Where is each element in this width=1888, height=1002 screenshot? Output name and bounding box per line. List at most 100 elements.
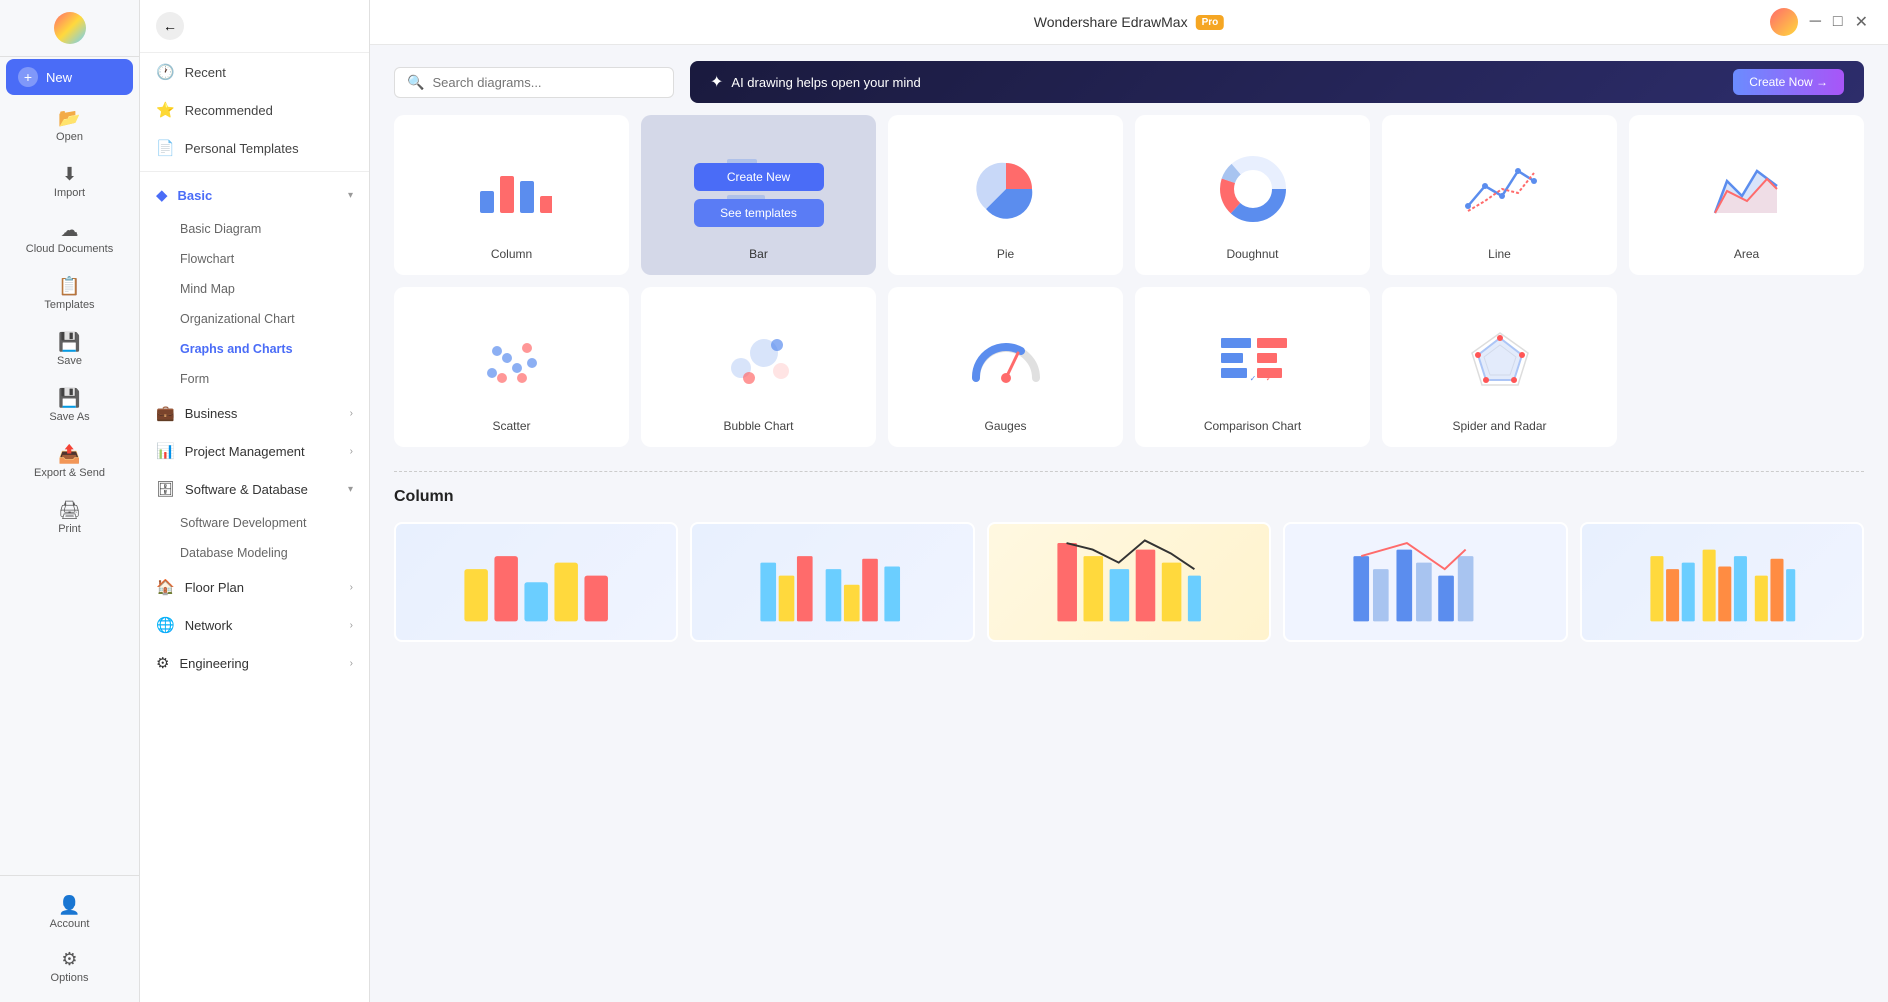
nav-item-recommended[interactable]: ⭐ Recommended: [140, 91, 369, 129]
column-label: Column: [491, 247, 532, 261]
avatar[interactable]: [1770, 8, 1798, 36]
chart-card-column[interactable]: Column: [394, 115, 629, 275]
sidebar-open-label: Open: [56, 131, 83, 143]
chart-card-spider[interactable]: Spider and Radar: [1382, 287, 1617, 447]
sidebar-item-save[interactable]: 💾 Save: [6, 323, 133, 375]
minimize-icon[interactable]: ─: [1810, 13, 1821, 31]
sidebar-item-new[interactable]: + New: [6, 59, 133, 95]
import-icon: ⬇: [62, 165, 77, 183]
print-icon: 🖨: [58, 501, 81, 519]
pro-badge: Pro: [1196, 15, 1225, 30]
nav-category-business[interactable]: 💼 Business ›: [140, 394, 369, 432]
sidebar-item-open[interactable]: 📂 Open: [6, 99, 133, 151]
nav-sub-dbmodeling[interactable]: Database Modeling: [172, 538, 369, 568]
spider-label: Spider and Radar: [1452, 419, 1546, 433]
chart-card-scatter[interactable]: Scatter: [394, 287, 629, 447]
app-title-bar: Wondershare EdrawMax Pro: [1034, 14, 1224, 30]
chart-card-gauges[interactable]: Gauges: [888, 287, 1123, 447]
nav-sub-softwaredev[interactable]: Software Development: [172, 508, 369, 538]
chart-card-bar[interactable]: Create New See templates Bar: [641, 115, 876, 275]
template-5-svg: [1596, 530, 1848, 634]
nav-sub-flowchart[interactable]: Flowchart: [172, 244, 369, 274]
section-divider: [394, 471, 1864, 472]
sidebar: + New 📂 Open ⬇ Import ☁ Cloud Documents …: [0, 0, 140, 1002]
search-box: 🔍: [394, 67, 674, 98]
column-chart-svg: [472, 146, 552, 226]
nav-category-basic[interactable]: ◆ Basic ▾: [140, 176, 369, 214]
chart-card-area[interactable]: Area: [1629, 115, 1864, 275]
sidebar-item-cloud[interactable]: ☁ Cloud Documents: [6, 211, 133, 263]
nav-personal-label: Personal Templates: [185, 141, 299, 156]
back-button[interactable]: ←: [156, 12, 184, 40]
comparison-label: Comparison Chart: [1204, 419, 1301, 433]
sidebar-export-label: Export & Send: [34, 467, 105, 479]
nav-network-label: Network: [185, 618, 233, 633]
template-card-4[interactable]: [1283, 522, 1567, 642]
template-card-3[interactable]: [987, 522, 1271, 642]
nav-recent-label: Recent: [185, 65, 226, 80]
template-1-svg: [410, 530, 662, 634]
close-icon[interactable]: ✕: [1855, 12, 1868, 32]
comparison-chart-svg: ✓ ✓: [1213, 318, 1293, 398]
svg-text:✓: ✓: [1249, 374, 1256, 383]
chart-type-grid: Column Create New See templates Bar: [370, 115, 1888, 471]
chart-card-doughnut[interactable]: Doughnut: [1135, 115, 1370, 275]
sidebar-bottom: 👤 Account ⚙ Options: [0, 875, 139, 1002]
logo-icon: [54, 12, 86, 44]
nav-category-floorplan[interactable]: 🏠 Floor Plan ›: [140, 568, 369, 606]
nav-floorplan-label: Floor Plan: [185, 580, 244, 595]
template-card-2[interactable]: [690, 522, 974, 642]
nav-pm-label: Project Management: [185, 444, 305, 459]
sidebar-item-import[interactable]: ⬇ Import: [6, 155, 133, 207]
chart-card-comparison[interactable]: ✓ ✓ Comparison Chart: [1135, 287, 1370, 447]
sidebar-options-label: Options: [51, 972, 89, 984]
nav-sub-form[interactable]: Form: [172, 364, 369, 394]
bubble-label: Bubble Chart: [723, 419, 793, 433]
save-icon: 💾: [58, 333, 80, 351]
basic-sub: Basic Diagram Flowchart Mind Map Organiz…: [140, 214, 369, 394]
pie-chart-svg: [966, 146, 1046, 226]
create-new-button[interactable]: Create New: [694, 163, 824, 191]
chart-card-bubble[interactable]: Bubble Chart: [641, 287, 876, 447]
ai-icon: ✦: [710, 72, 723, 92]
svg-text:✓: ✓: [1265, 374, 1272, 383]
chart-card-pie[interactable]: Pie: [888, 115, 1123, 275]
nav-sub-mindmap[interactable]: Mind Map: [172, 274, 369, 304]
nav-sub-graphs[interactable]: Graphs and Charts: [172, 334, 369, 364]
floorplan-cat-icon: 🏠: [156, 578, 175, 596]
search-icon: 🔍: [407, 74, 424, 91]
nav-category-pm[interactable]: 📊 Project Management ›: [140, 432, 369, 470]
template-2-svg: [706, 530, 958, 634]
nav-item-personal[interactable]: 📄 Personal Templates: [140, 129, 369, 167]
app-logo: [0, 0, 139, 57]
template-card-5[interactable]: [1580, 522, 1864, 642]
sidebar-import-label: Import: [54, 187, 85, 199]
chart-card-line[interactable]: Line: [1382, 115, 1617, 275]
floorplan-chevron: ›: [350, 582, 353, 593]
sidebar-item-options[interactable]: ⚙ Options: [6, 940, 133, 992]
search-input[interactable]: [432, 75, 661, 90]
template-3-svg: [1003, 530, 1255, 634]
sidebar-templates-label: Templates: [44, 299, 94, 311]
pie-label: Pie: [997, 247, 1014, 261]
sidebar-item-print[interactable]: 🖨 Print: [6, 491, 133, 543]
sidebar-cloud-label: Cloud Documents: [26, 243, 113, 255]
line-label: Line: [1488, 247, 1511, 261]
sidebar-item-templates[interactable]: 📋 Templates: [6, 267, 133, 319]
templates-grid: [394, 522, 1864, 642]
template-card-1[interactable]: [394, 522, 678, 642]
doughnut-chart-svg: [1213, 146, 1293, 226]
see-templates-button[interactable]: See templates: [694, 199, 824, 227]
sidebar-item-saveas[interactable]: 💾 Save As: [6, 379, 133, 431]
nav-category-software[interactable]: 🗄 Software & Database ▾: [140, 470, 369, 508]
sidebar-item-account[interactable]: 👤 Account: [6, 886, 133, 938]
nav-sub-basic-diagram[interactable]: Basic Diagram: [172, 214, 369, 244]
network-chevron: ›: [350, 620, 353, 631]
maximize-icon[interactable]: □: [1833, 13, 1843, 31]
sidebar-item-export[interactable]: 📤 Export & Send: [6, 435, 133, 487]
nav-category-engineering[interactable]: ⚙ Engineering ›: [140, 644, 369, 682]
ai-create-button[interactable]: Create Now →: [1733, 69, 1844, 95]
nav-sub-orgchart[interactable]: Organizational Chart: [172, 304, 369, 334]
nav-item-recent[interactable]: 🕐 Recent: [140, 53, 369, 91]
nav-category-network[interactable]: 🌐 Network ›: [140, 606, 369, 644]
